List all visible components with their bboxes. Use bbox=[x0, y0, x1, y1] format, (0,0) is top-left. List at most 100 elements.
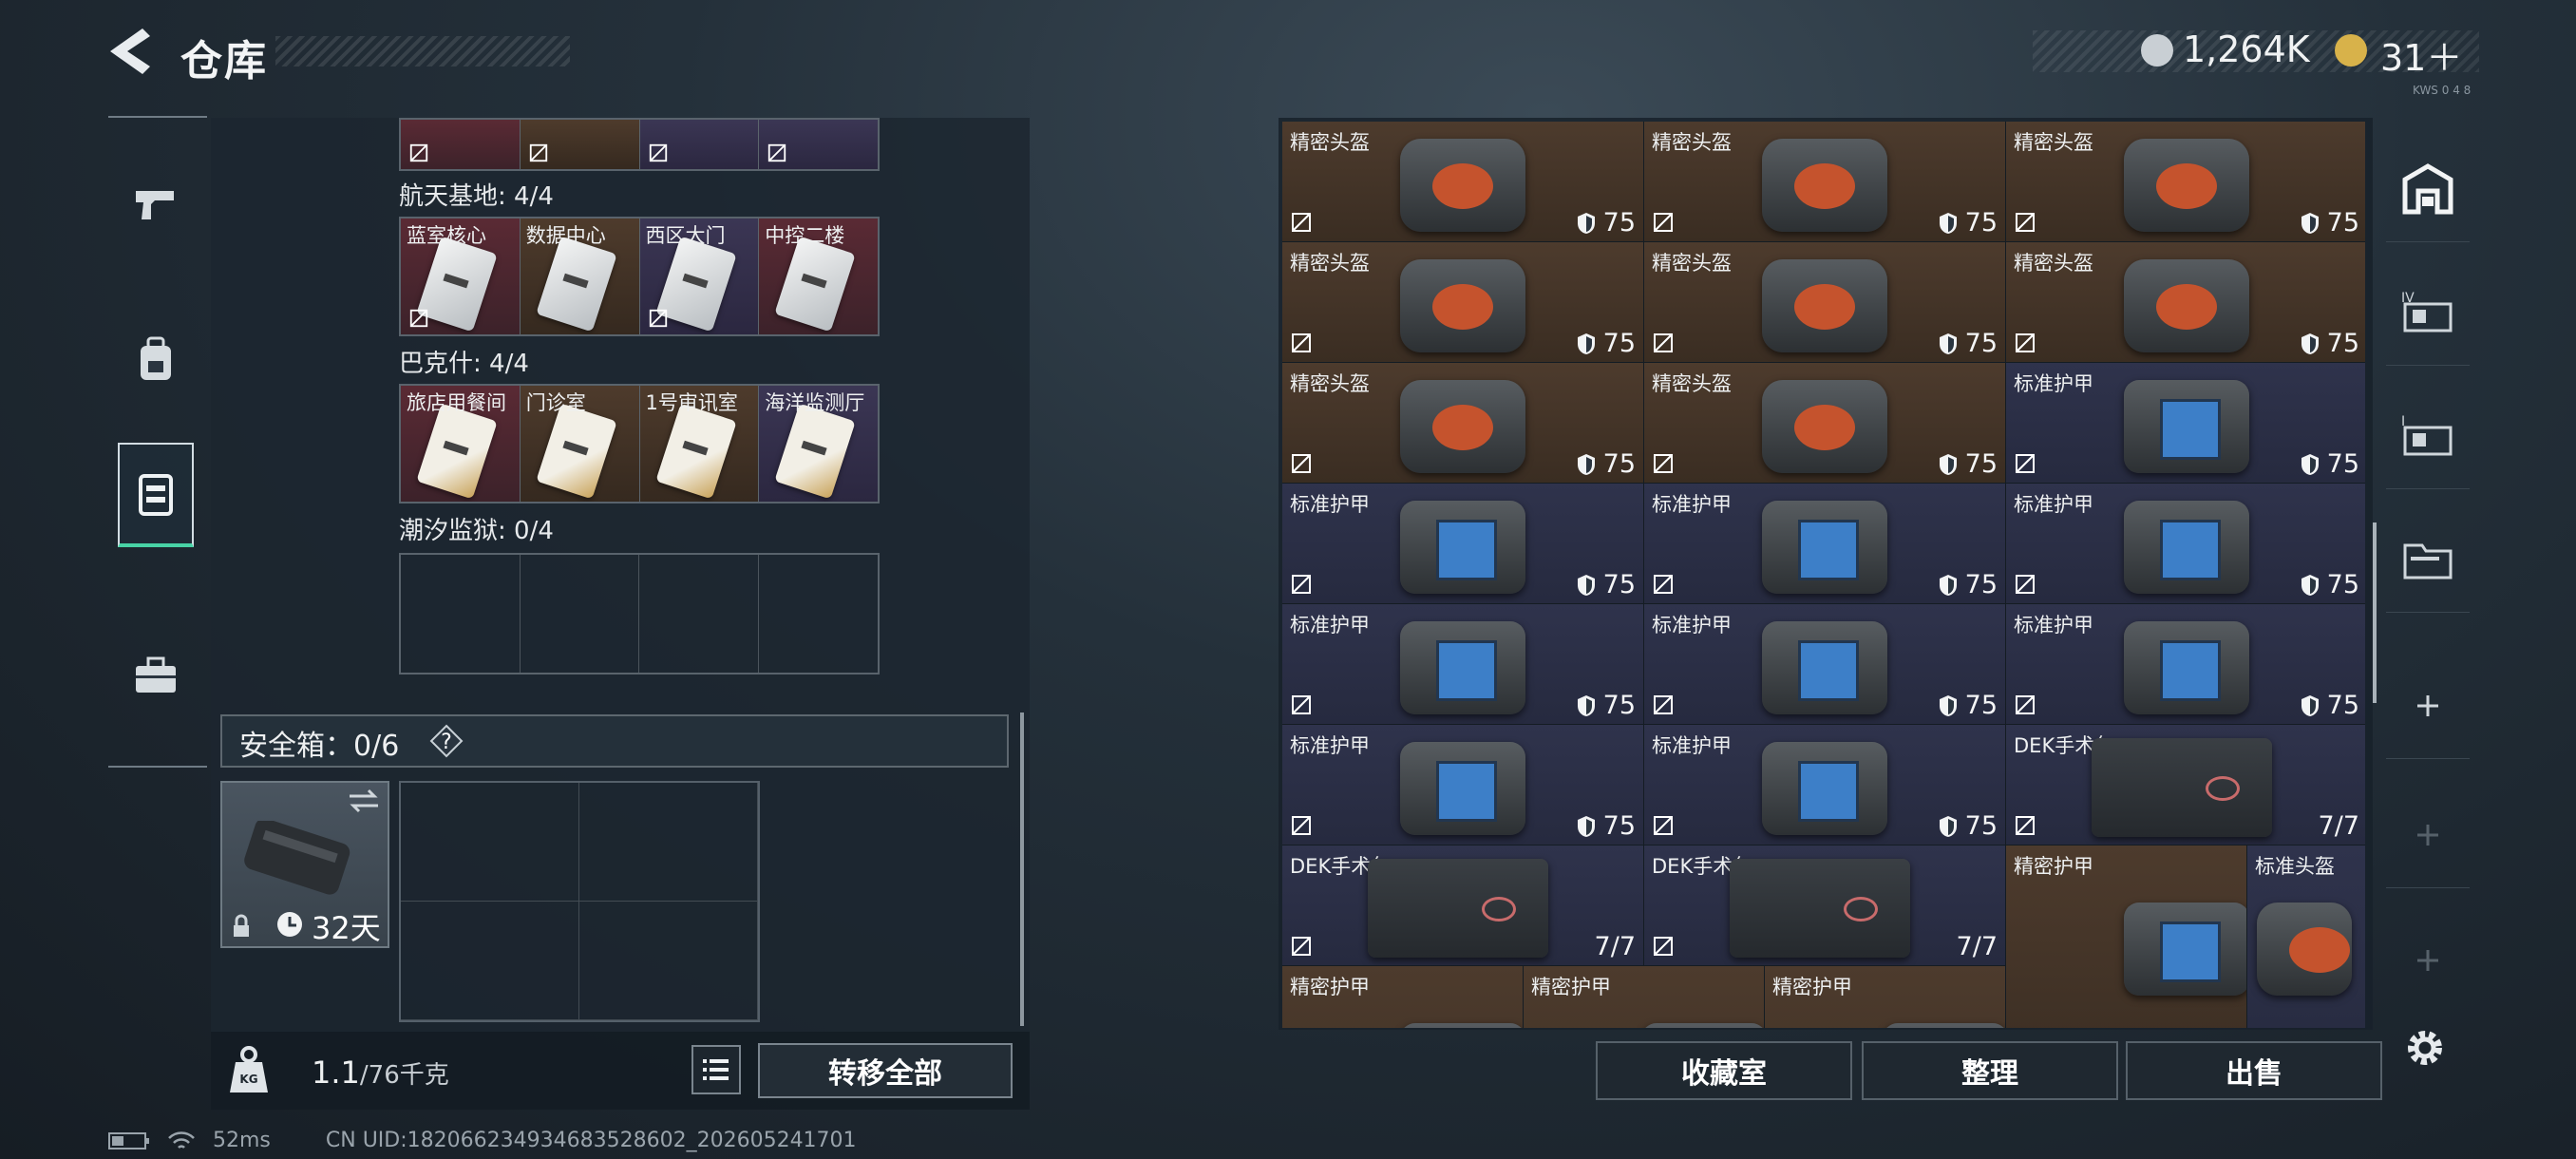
weapon-tab[interactable] bbox=[118, 152, 194, 256]
ticket-value[interactable]: 31＋ bbox=[2380, 28, 2462, 81]
item-value: 75 bbox=[1602, 449, 1636, 479]
plus-icon bbox=[2417, 825, 2438, 846]
keycard-slot[interactable]: 数据中心 bbox=[520, 218, 640, 334]
vest-image bbox=[2124, 380, 2249, 473]
shield-icon bbox=[1577, 332, 1595, 354]
inventory-item[interactable]: 标准头盔 bbox=[2247, 846, 2365, 1028]
shield-icon bbox=[2301, 212, 2319, 234]
keycard-slot[interactable]: 门诊室 bbox=[520, 386, 640, 502]
item-value: 7/7 bbox=[2318, 811, 2359, 841]
keycard-slot[interactable]: 蓝室核心 bbox=[401, 218, 521, 334]
inventory-item[interactable]: 标准护甲 75 bbox=[1644, 484, 2006, 604]
emblem bbox=[2160, 520, 2221, 580]
inventory-item[interactable]: 标准护甲 75 bbox=[1282, 484, 1644, 604]
inventory-item[interactable]: 标准护甲 75 bbox=[2006, 484, 2365, 604]
collection-room-button[interactable]: 收藏室 bbox=[1596, 1041, 1852, 1100]
clock-icon bbox=[277, 912, 302, 937]
item-value: 75 bbox=[1602, 691, 1636, 720]
inventory-item[interactable]: DEK手术包 7/7 bbox=[2006, 725, 2365, 846]
sell-button[interactable]: 出售 bbox=[2126, 1041, 2382, 1100]
shield-icon bbox=[1939, 453, 1957, 475]
keycard-slot[interactable]: 旅店用餐间 bbox=[401, 386, 521, 502]
inventory-item[interactable]: 精密头盔 75 bbox=[1282, 242, 1644, 363]
storage-tab[interactable] bbox=[118, 443, 194, 547]
item-value: 75 bbox=[2326, 691, 2359, 720]
inventory-item[interactable]: 精密头盔 75 bbox=[1282, 363, 1644, 484]
page-title: 仓库 bbox=[180, 37, 268, 86]
plus-icon bbox=[2417, 695, 2438, 716]
empty-keycard-slot[interactable] bbox=[521, 555, 639, 673]
swap-icon[interactable] bbox=[348, 788, 380, 813]
toolbox-tab[interactable] bbox=[118, 623, 194, 728]
empty-keycard-slot[interactable] bbox=[759, 555, 879, 673]
inventory-item[interactable]: 精密护甲 bbox=[2006, 846, 2247, 1028]
inventory-item[interactable]: 标准护甲 75 bbox=[2006, 363, 2365, 484]
list-view-button[interactable] bbox=[691, 1045, 741, 1094]
keycard-row-aerospace: 蓝室核心 数据中心 西区大门 中控二楼 bbox=[399, 217, 880, 336]
help-icon[interactable]: ? bbox=[429, 724, 464, 758]
keycard-slot[interactable] bbox=[401, 120, 521, 169]
inventory-item[interactable]: 精密头盔 75 bbox=[2006, 242, 2365, 363]
rail-storage-1[interactable]: I bbox=[2386, 384, 2470, 489]
inventory-item[interactable]: 精密护甲 bbox=[1524, 966, 1765, 1028]
backpack-tab[interactable] bbox=[118, 308, 194, 412]
keycard-slot[interactable] bbox=[639, 120, 760, 169]
inventory-item[interactable]: 精密头盔 75 bbox=[1282, 122, 1644, 242]
vest-image bbox=[1400, 621, 1525, 714]
empty-keycard-slot[interactable] bbox=[639, 555, 759, 673]
inventory-item[interactable]: 精密护甲 bbox=[1765, 966, 2006, 1028]
safebox-slot[interactable] bbox=[579, 783, 758, 902]
empty-keycard-slot[interactable] bbox=[401, 555, 521, 673]
keycard-slot[interactable] bbox=[759, 120, 878, 169]
inventory-item[interactable]: 标准护甲 75 bbox=[1644, 604, 2006, 725]
item-durability: 75 bbox=[1575, 691, 1636, 720]
shield-icon bbox=[1577, 212, 1595, 234]
item-value: 75 bbox=[2326, 329, 2359, 358]
keycard-slot[interactable]: 中控二楼 bbox=[759, 218, 878, 334]
safebox-slot[interactable] bbox=[401, 783, 579, 902]
scrollbar[interactable] bbox=[1020, 712, 1024, 1026]
inventory-item[interactable]: 标准护甲 75 bbox=[2006, 604, 2365, 725]
inventory-item[interactable]: 精密护甲 bbox=[1282, 966, 1524, 1028]
scrollbar[interactable] bbox=[2373, 522, 2377, 703]
safebox-slot[interactable] bbox=[401, 902, 579, 1020]
item-name: 精密头盔 bbox=[1290, 131, 1370, 154]
inventory-item[interactable]: 标准护甲 75 bbox=[1644, 725, 2006, 846]
transfer-all-button[interactable]: 转移全部 bbox=[758, 1043, 1013, 1098]
rail-storage-folder[interactable] bbox=[2386, 507, 2470, 613]
inventory-item[interactable]: 精密头盔 75 bbox=[1644, 363, 2006, 484]
list-icon bbox=[703, 1059, 729, 1080]
inventory-item[interactable]: DEK手术包 7/7 bbox=[1644, 846, 2006, 966]
safebox-slot[interactable] bbox=[579, 902, 758, 1020]
item-durability: 75 bbox=[2299, 570, 2359, 599]
back-arrow-icon[interactable] bbox=[106, 27, 154, 76]
keycard-slot[interactable]: 1号审讯室 bbox=[639, 386, 760, 502]
rail-storage-4[interactable]: IV bbox=[2386, 260, 2470, 366]
gear-icon[interactable] bbox=[2401, 1024, 2449, 1072]
inventory-item[interactable]: 精密头盔 75 bbox=[2006, 122, 2365, 242]
vest-image bbox=[1400, 742, 1525, 835]
rail-all-items[interactable] bbox=[2386, 137, 2470, 242]
safebox-timer: 32天 bbox=[312, 910, 381, 946]
tidy-button[interactable]: 整理 bbox=[1862, 1041, 2118, 1100]
storage-icon bbox=[139, 474, 173, 516]
item-durability: 75 bbox=[1575, 570, 1636, 599]
weight-text: 1.1/76千克 bbox=[312, 1054, 449, 1091]
helmet-image bbox=[1762, 259, 1887, 352]
emblem bbox=[2289, 927, 2350, 973]
add-storage-button[interactable] bbox=[2386, 654, 2470, 759]
keycard-slot[interactable]: 西区大门 bbox=[639, 218, 760, 334]
lock-icon bbox=[234, 914, 249, 937]
add-storage-button[interactable] bbox=[2386, 908, 2470, 1013]
inventory-item[interactable]: 标准护甲 75 bbox=[1282, 725, 1644, 846]
no-insure-icon bbox=[2016, 695, 2035, 714]
coin-value[interactable]: 1,264K bbox=[2183, 28, 2310, 70]
inventory-item[interactable]: 标准护甲 75 bbox=[1282, 604, 1644, 725]
inventory-item[interactable]: 精密头盔 75 bbox=[1644, 242, 2006, 363]
inventory-item[interactable]: DEK手术包 7/7 bbox=[1282, 846, 1644, 966]
keycard-slot[interactable] bbox=[520, 120, 640, 169]
inventory-item[interactable]: 精密头盔 75 bbox=[1644, 122, 2006, 242]
add-storage-button[interactable] bbox=[2386, 783, 2470, 888]
backpack-icon bbox=[141, 336, 171, 380]
keycard-slot[interactable]: 海洋监测厅 bbox=[759, 386, 878, 502]
